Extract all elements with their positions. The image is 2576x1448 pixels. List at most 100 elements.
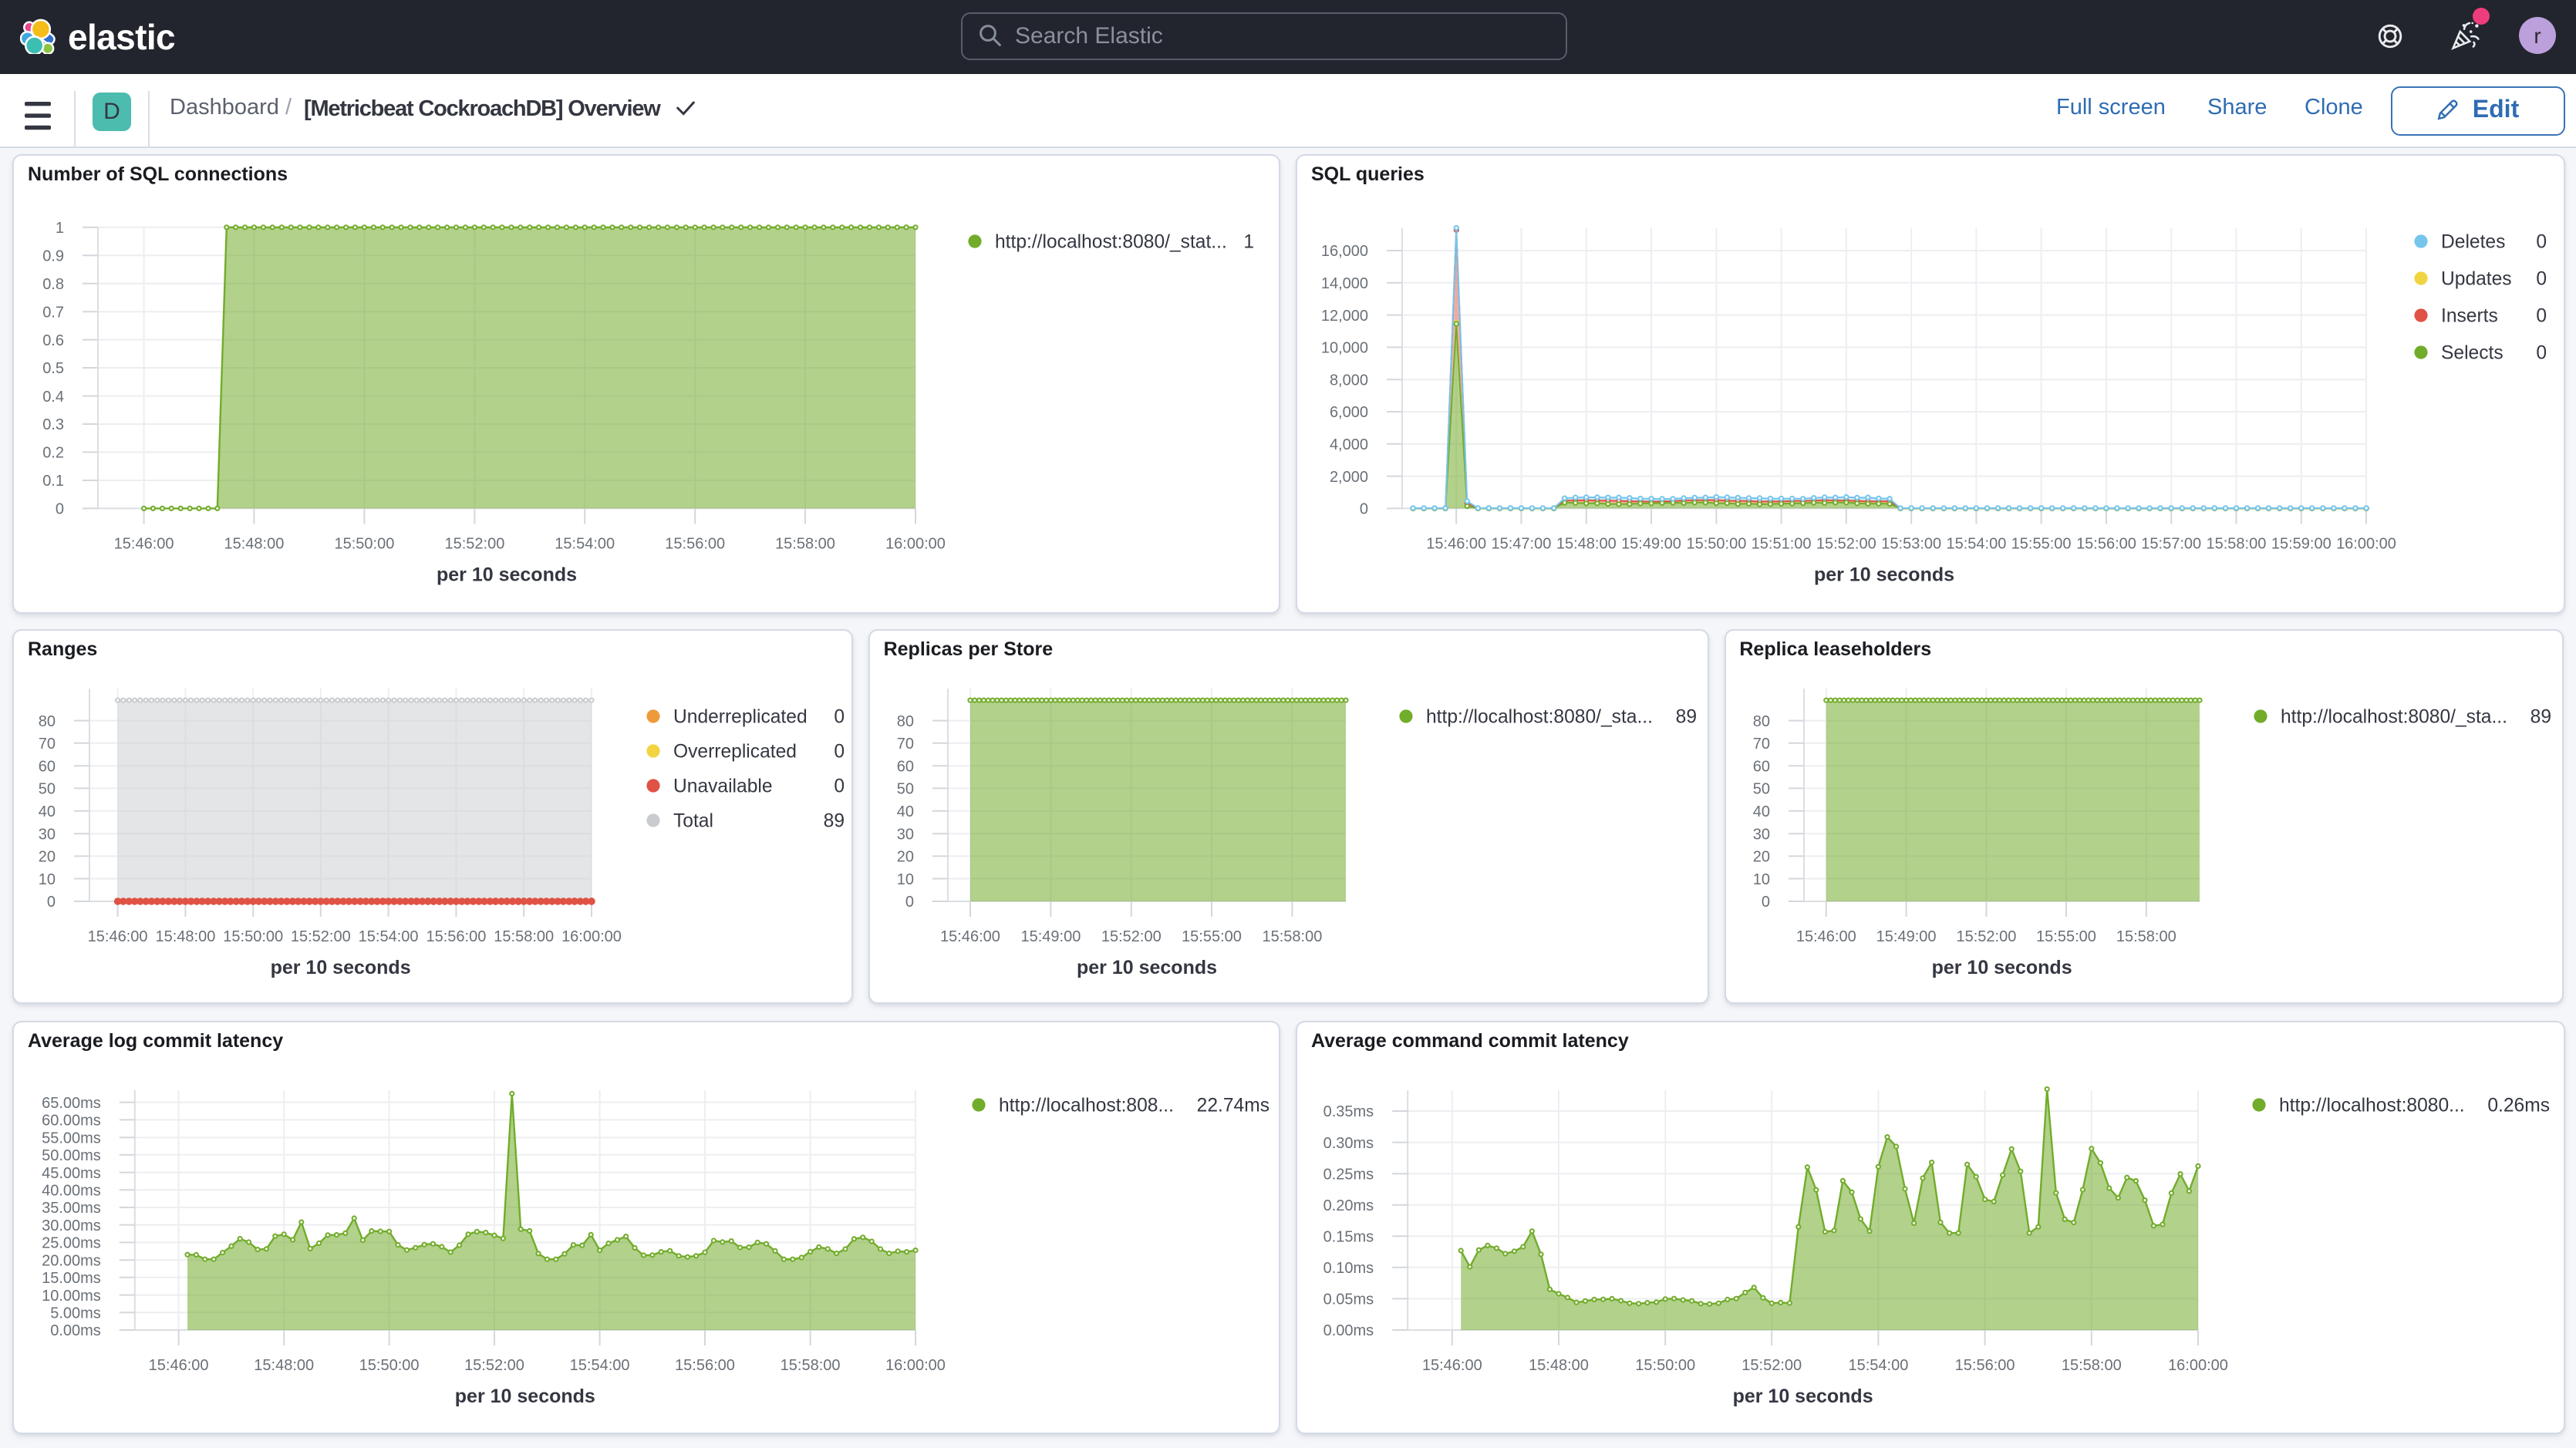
svg-text:16:00:00: 16:00:00 xyxy=(2168,1356,2228,1373)
svg-text:15:46:00: 15:46:00 xyxy=(149,1356,209,1373)
svg-text:Unavailable: Unavailable xyxy=(673,776,773,796)
svg-text:15:58:00: 15:58:00 xyxy=(2206,534,2266,551)
svg-text:45.00ms: 45.00ms xyxy=(42,1164,101,1181)
svg-text:15.00ms: 15.00ms xyxy=(42,1269,101,1286)
svg-text:0.8: 0.8 xyxy=(42,275,64,292)
svg-text:10: 10 xyxy=(896,870,913,887)
svg-text:15:56:00: 15:56:00 xyxy=(665,534,725,551)
svg-text:70: 70 xyxy=(39,735,56,752)
svg-text:per 10 seconds: per 10 seconds xyxy=(1733,1385,1873,1406)
svg-text:15:46:00: 15:46:00 xyxy=(1426,534,1486,551)
svg-text:Overreplicated: Overreplicated xyxy=(673,741,797,762)
svg-text:15:51:00: 15:51:00 xyxy=(1752,534,1812,551)
svg-text:50: 50 xyxy=(1752,780,1769,797)
svg-text:15:53:00: 15:53:00 xyxy=(1881,534,1941,551)
svg-text:Deletes: Deletes xyxy=(2441,231,2505,252)
svg-text:Updates: Updates xyxy=(2441,268,2512,289)
svg-text:0.7: 0.7 xyxy=(42,303,64,320)
svg-text:0: 0 xyxy=(2536,268,2547,289)
svg-text:0: 0 xyxy=(834,706,845,727)
svg-text:0.4: 0.4 xyxy=(42,388,64,405)
svg-text:15:52:00: 15:52:00 xyxy=(291,928,351,945)
svg-text:16,000: 16,000 xyxy=(1321,242,1368,259)
svg-text:15:54:00: 15:54:00 xyxy=(570,1356,630,1373)
svg-text:40.00ms: 40.00ms xyxy=(42,1181,101,1198)
svg-text:15:48:00: 15:48:00 xyxy=(1556,534,1617,551)
svg-text:65.00ms: 65.00ms xyxy=(42,1094,101,1111)
svg-text:30: 30 xyxy=(1752,825,1769,842)
svg-text:6,000: 6,000 xyxy=(1330,403,1368,420)
svg-text:15:58:00: 15:58:00 xyxy=(781,1356,841,1373)
svg-text:0.3: 0.3 xyxy=(42,416,64,433)
svg-text:16:00:00: 16:00:00 xyxy=(885,1356,946,1373)
svg-text:25.00ms: 25.00ms xyxy=(42,1234,101,1251)
svg-text:http://localhost:8080...: http://localhost:8080... xyxy=(2279,1095,2465,1116)
svg-text:2,000: 2,000 xyxy=(1330,468,1368,485)
svg-text:80: 80 xyxy=(896,712,913,729)
svg-text:15:57:00: 15:57:00 xyxy=(2141,534,2201,551)
svg-text:15:56:00: 15:56:00 xyxy=(2076,534,2136,551)
svg-text:15:55:00: 15:55:00 xyxy=(2011,534,2072,551)
svg-text:15:54:00: 15:54:00 xyxy=(555,534,615,551)
svg-text:55.00ms: 55.00ms xyxy=(42,1129,101,1146)
svg-text:0: 0 xyxy=(905,893,913,910)
svg-text:60: 60 xyxy=(1752,757,1769,774)
svg-text:0.05ms: 0.05ms xyxy=(1323,1291,1374,1308)
svg-text:60.00ms: 60.00ms xyxy=(42,1112,101,1129)
svg-text:89: 89 xyxy=(2530,706,2551,727)
svg-text:15:48:00: 15:48:00 xyxy=(254,1356,314,1373)
svg-text:0: 0 xyxy=(56,500,64,517)
svg-text:15:52:00: 15:52:00 xyxy=(464,1356,524,1373)
svg-text:0: 0 xyxy=(2536,342,2547,363)
svg-text:0.35ms: 0.35ms xyxy=(1323,1103,1374,1120)
svg-text:80: 80 xyxy=(39,712,56,729)
svg-text:80: 80 xyxy=(1752,712,1769,729)
svg-text:50: 50 xyxy=(39,780,56,797)
svg-text:per 10 seconds: per 10 seconds xyxy=(455,1385,595,1406)
svg-text:15:49:00: 15:49:00 xyxy=(1020,928,1081,945)
svg-text:0: 0 xyxy=(2536,231,2547,252)
svg-text:per 10 seconds: per 10 seconds xyxy=(271,956,411,978)
svg-text:0: 0 xyxy=(834,741,845,762)
svg-text:0.00ms: 0.00ms xyxy=(50,1322,101,1339)
svg-text:15:48:00: 15:48:00 xyxy=(224,534,284,551)
svg-text:15:46:00: 15:46:00 xyxy=(1422,1356,1482,1373)
svg-text:15:54:00: 15:54:00 xyxy=(359,928,419,945)
svg-text:Inserts: Inserts xyxy=(2441,305,2498,326)
svg-text:10: 10 xyxy=(39,870,56,887)
svg-text:0: 0 xyxy=(1761,893,1769,910)
svg-text:8,000: 8,000 xyxy=(1330,371,1368,388)
svg-text:50: 50 xyxy=(896,780,913,797)
svg-text:5.00ms: 5.00ms xyxy=(50,1304,101,1321)
svg-text:15:58:00: 15:58:00 xyxy=(2116,928,2176,945)
svg-text:30: 30 xyxy=(39,825,56,842)
svg-text:20: 20 xyxy=(1752,848,1769,865)
svg-text:15:50:00: 15:50:00 xyxy=(334,534,394,551)
svg-text:15:59:00: 15:59:00 xyxy=(2271,534,2332,551)
svg-text:15:48:00: 15:48:00 xyxy=(155,928,215,945)
svg-text:20: 20 xyxy=(896,848,913,865)
svg-text:60: 60 xyxy=(896,757,913,774)
svg-text:30.00ms: 30.00ms xyxy=(42,1217,101,1234)
svg-text:70: 70 xyxy=(1752,735,1769,752)
svg-text:http://localhost:8080/_sta...: http://localhost:8080/_sta... xyxy=(1426,706,1653,727)
svg-text:0: 0 xyxy=(2536,305,2547,326)
svg-text:15:52:00: 15:52:00 xyxy=(444,534,504,551)
svg-text:15:52:00: 15:52:00 xyxy=(1741,1356,1802,1373)
svg-text:0: 0 xyxy=(47,893,56,910)
svg-text:89: 89 xyxy=(1675,706,1696,727)
svg-text:0.30ms: 0.30ms xyxy=(1323,1134,1374,1151)
svg-text:35.00ms: 35.00ms xyxy=(42,1199,101,1216)
svg-text:15:52:00: 15:52:00 xyxy=(1101,928,1161,945)
svg-text:0.20ms: 0.20ms xyxy=(1323,1197,1374,1214)
svg-text:0.9: 0.9 xyxy=(42,247,64,264)
svg-text:15:55:00: 15:55:00 xyxy=(1182,928,1242,945)
svg-text:40: 40 xyxy=(896,803,913,820)
svg-text:16:00:00: 16:00:00 xyxy=(2336,534,2396,551)
svg-text:15:58:00: 15:58:00 xyxy=(2062,1356,2122,1373)
svg-text:22.74ms: 22.74ms xyxy=(1197,1095,1269,1116)
svg-text:0: 0 xyxy=(834,776,845,796)
svg-text:Total: Total xyxy=(673,810,713,831)
svg-text:15:58:00: 15:58:00 xyxy=(1262,928,1322,945)
svg-text:20.00ms: 20.00ms xyxy=(42,1251,101,1268)
